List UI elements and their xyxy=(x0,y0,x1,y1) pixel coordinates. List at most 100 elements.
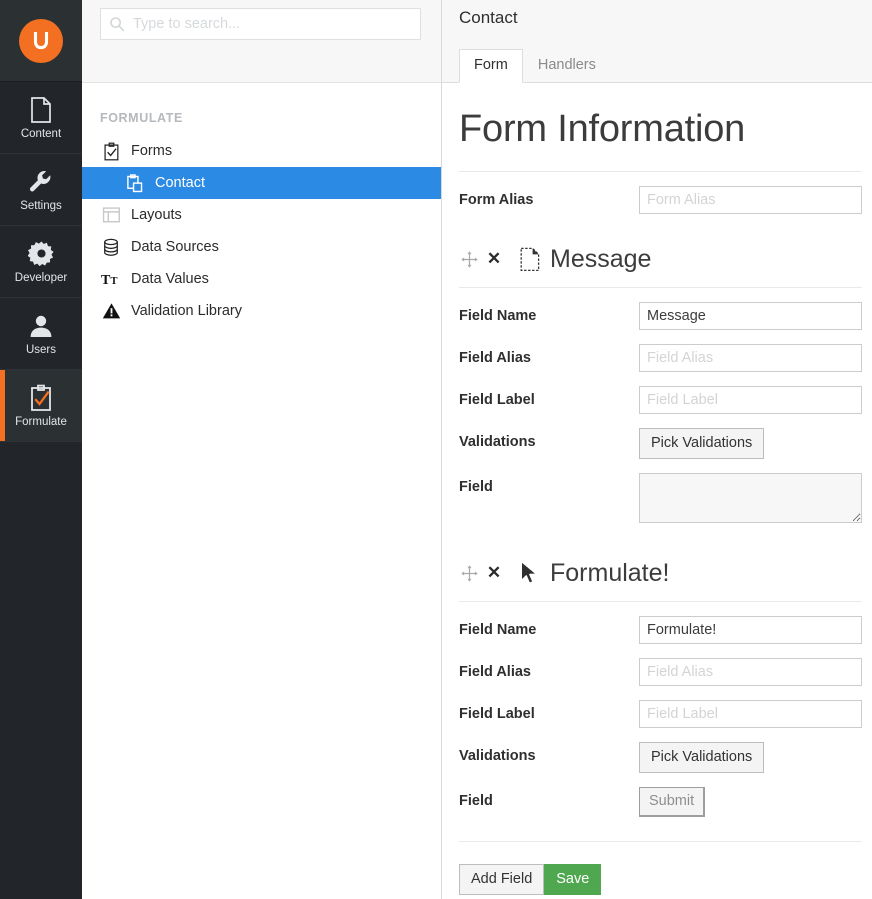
field-name-label: Field Name xyxy=(459,308,537,324)
submit-preview-button[interactable]: Submit xyxy=(639,787,706,817)
field-textarea[interactable] xyxy=(639,473,862,523)
tree-node-label: Data Sources xyxy=(131,239,219,255)
document-icon xyxy=(29,95,53,125)
form-editor: Form Information Form Alias Form Alias ✕… xyxy=(442,105,872,895)
move-arrows-icon[interactable] xyxy=(459,249,479,269)
rail-item-settings[interactable]: Settings xyxy=(0,154,82,226)
search-input[interactable] xyxy=(131,9,414,39)
tree-node-contact[interactable]: Contact xyxy=(82,167,441,199)
tree-node-data-sources[interactable]: Data Sources xyxy=(82,231,441,263)
clipboard-copy-icon xyxy=(124,173,146,193)
row-field: Field xyxy=(459,473,862,528)
tree-pane: FORMULATE Forms xyxy=(82,0,442,899)
umbraco-backoffice: Content Settings Developer Users Formula… xyxy=(0,0,872,899)
umbraco-logo-icon xyxy=(19,18,63,63)
tree-search-area xyxy=(82,0,441,83)
row-field-name: Field Name xyxy=(459,302,862,330)
tree-node-label: Forms xyxy=(131,143,173,159)
field-group-title: Message xyxy=(550,245,652,273)
move-arrows-icon[interactable] xyxy=(459,563,479,583)
rail-item-label: Developer xyxy=(14,271,68,284)
field-name-input[interactable] xyxy=(639,616,862,644)
search-icon xyxy=(109,16,125,32)
row-field-label: Field Label xyxy=(459,386,862,414)
layout-grid-icon xyxy=(100,205,122,225)
validations-label: Validations xyxy=(459,434,536,450)
tree-node-validation-library[interactable]: Validation Library xyxy=(82,295,441,327)
tree-node-label: Contact xyxy=(155,175,205,191)
rail-item-users[interactable]: Users xyxy=(0,298,82,370)
page-title: Contact xyxy=(459,8,518,27)
user-icon xyxy=(28,311,54,341)
row-field: Field Submit xyxy=(459,787,862,817)
warning-triangle-icon xyxy=(100,301,122,321)
form-alias-input[interactable] xyxy=(639,186,862,214)
row-form-alias: Form Alias xyxy=(459,186,862,214)
row-field-name: Field Name xyxy=(459,616,862,644)
text-size-icon: T T xyxy=(100,269,122,289)
tree-node-layouts[interactable]: Layouts xyxy=(82,199,441,231)
tree-list: Forms Contact Layouts Data Sources T T D… xyxy=(82,135,441,327)
tab-handlers[interactable]: Handlers xyxy=(523,49,611,83)
document-field-icon xyxy=(516,245,544,273)
field-label-label: Field Label xyxy=(459,706,535,722)
rail-item-label: Formulate xyxy=(15,415,67,428)
tab-strip: Form Handlers xyxy=(459,49,611,83)
field-group-title: Formulate! xyxy=(550,559,670,587)
field-name-input[interactable] xyxy=(639,302,862,330)
field-label: Field xyxy=(459,793,493,809)
tab-form[interactable]: Form xyxy=(459,49,523,83)
field-group-header: ✕ Formulate! xyxy=(459,558,862,588)
tree-node-forms[interactable]: Forms xyxy=(82,135,441,167)
close-x-icon[interactable]: ✕ xyxy=(486,249,502,269)
field-group-divider xyxy=(459,601,862,602)
field-alias-input[interactable] xyxy=(639,344,862,372)
row-validations: Validations Pick Validations xyxy=(459,742,862,773)
search-box[interactable] xyxy=(100,8,421,40)
rail-item-label: Content xyxy=(20,127,62,140)
rail-item-label: Users xyxy=(25,343,57,356)
tree-node-data-values[interactable]: T T Data Values xyxy=(82,263,441,295)
field-group-divider xyxy=(459,287,862,288)
editor-actions: Add Field Save xyxy=(459,864,862,895)
validations-label: Validations xyxy=(459,748,536,764)
field-alias-label: Field Alias xyxy=(459,664,531,680)
add-field-button[interactable]: Add Field xyxy=(459,864,545,895)
close-x-icon[interactable]: ✕ xyxy=(486,563,502,583)
rail-item-developer[interactable]: Developer xyxy=(0,226,82,298)
field-alias-input[interactable] xyxy=(639,658,862,686)
svg-text:T: T xyxy=(101,273,111,287)
field-label: Field xyxy=(459,479,493,495)
form-alias-label: Form Alias xyxy=(459,192,534,208)
pick-validations-button[interactable]: Pick Validations xyxy=(639,428,765,459)
field-group-message: ✕ Message Field Name Message Field Alias… xyxy=(459,244,862,528)
section-heading: Form Information xyxy=(459,108,746,150)
wrench-icon xyxy=(27,167,55,197)
main-header: Contact Form Handlers xyxy=(442,0,872,83)
clipboard-check-icon xyxy=(100,141,122,161)
tree-node-label: Layouts xyxy=(131,207,182,223)
row-field-alias: Field Alias xyxy=(459,344,862,372)
database-icon xyxy=(100,237,122,257)
tree-node-label: Data Values xyxy=(131,271,209,287)
field-label-input[interactable] xyxy=(639,386,862,414)
main-content: Contact Form Handlers Form Information F… xyxy=(442,0,872,899)
field-name-label: Field Name xyxy=(459,622,537,638)
rail-item-content[interactable]: Content xyxy=(0,82,82,154)
cursor-arrow-icon xyxy=(516,559,544,587)
field-label-input[interactable] xyxy=(639,700,862,728)
tree-section-title: FORMULATE xyxy=(100,111,183,125)
actions-divider xyxy=(459,841,862,842)
pick-validations-button[interactable]: Pick Validations xyxy=(639,742,765,773)
umbraco-logo[interactable] xyxy=(0,0,82,82)
field-group-header: ✕ Message xyxy=(459,244,862,274)
tree-node-label: Validation Library xyxy=(131,303,242,319)
rail-item-formulate[interactable]: Formulate xyxy=(0,370,82,442)
clipboard-check-icon xyxy=(28,383,54,413)
row-field-label: Field Label xyxy=(459,700,862,728)
svg-text:T: T xyxy=(111,276,118,287)
save-button[interactable]: Save xyxy=(544,864,602,895)
rail-item-label: Settings xyxy=(20,199,62,212)
heading-divider xyxy=(459,171,862,172)
row-validations: Validations Pick Validations xyxy=(459,428,862,459)
